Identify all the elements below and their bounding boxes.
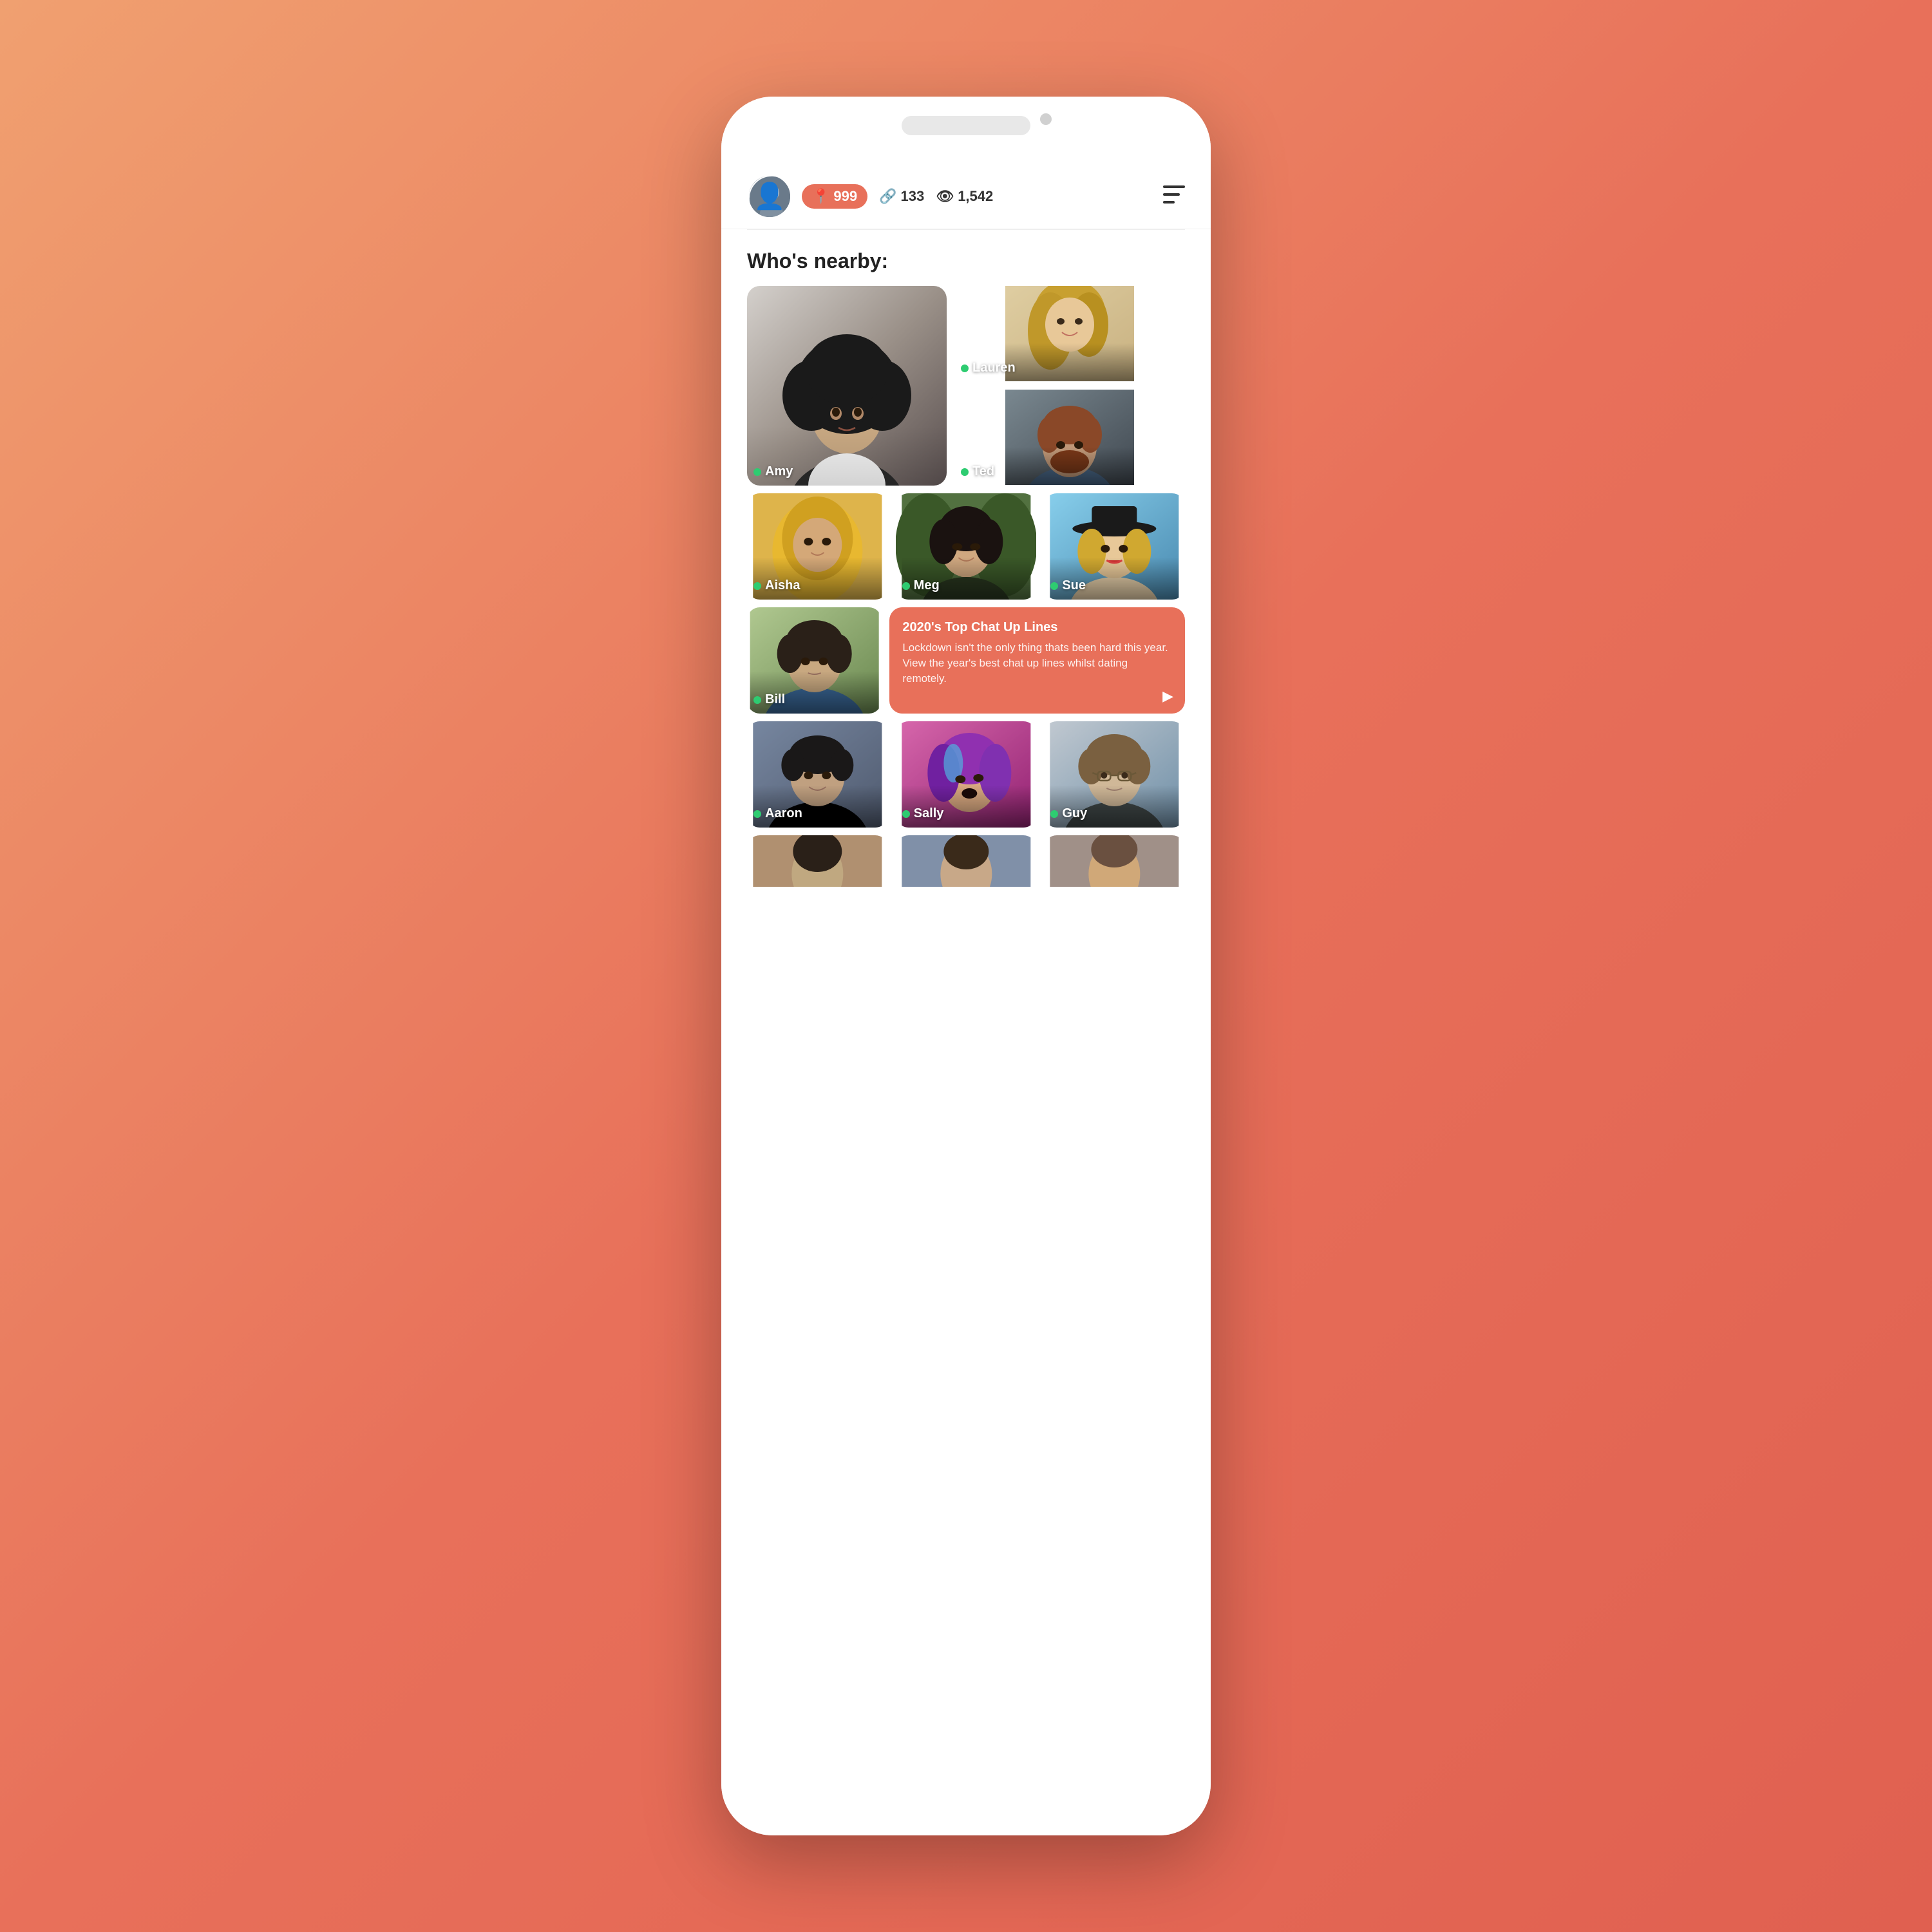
connections-count: 133 [901, 188, 925, 205]
online-dot-sue [1050, 582, 1058, 590]
grid-row-2: Aisha [721, 486, 1211, 600]
person-name-aisha: Aisha [753, 578, 800, 593]
person-card-partial-3[interactable] [1044, 835, 1185, 887]
person-name-guy: Guy [1050, 806, 1087, 821]
grid-row-1: Amy [721, 286, 1211, 486]
ad-title: 2020's Top Chat Up Lines [902, 620, 1172, 635]
right-col-1: Lauren [954, 286, 1185, 486]
grid-row-3: Bill 2020's Top Chat Up Lines Lockdown i… [721, 600, 1211, 714]
location-icon: 📍 [812, 188, 829, 205]
person-name-ted: Ted [961, 464, 994, 479]
header: 📍 999 🔗 133 👁 1,542 [721, 161, 1211, 229]
online-dot-lauren [961, 365, 969, 372]
person-name-amy: Amy [753, 464, 793, 479]
section-title: Who's nearby: [721, 230, 1211, 286]
nearby-grid: Amy [721, 286, 1211, 887]
person-card-lauren[interactable]: Lauren [954, 286, 1185, 382]
filter-button[interactable] [1163, 185, 1185, 208]
camera [1040, 113, 1052, 125]
online-dot-aisha [753, 582, 761, 590]
online-dot-aaron [753, 810, 761, 818]
notch-area [721, 97, 1211, 161]
phone-screen: 📍 999 🔗 133 👁 1,542 [721, 161, 1211, 1835]
person-card-partial-2[interactable] [896, 835, 1037, 887]
views-icon: 👁 [936, 188, 954, 205]
person-card-aisha[interactable]: Aisha [747, 493, 888, 600]
person-name-aaron: Aaron [753, 806, 802, 821]
person-card-meg[interactable]: Meg [896, 493, 1037, 600]
ad-play-button[interactable]: ▶ [1162, 688, 1173, 705]
notch [902, 116, 1030, 135]
stats-bar: 📍 999 🔗 133 👁 1,542 [802, 184, 1153, 209]
person-card-sally[interactable]: Sally [896, 721, 1037, 828]
location-count: 999 [833, 188, 857, 205]
online-dot-guy [1050, 810, 1058, 818]
person-card-amy[interactable]: Amy [747, 286, 947, 486]
views-count: 1,542 [958, 188, 993, 205]
views-badge[interactable]: 👁 1,542 [936, 188, 993, 205]
online-dot-meg [902, 582, 910, 590]
online-dot-sally [902, 810, 910, 818]
person-name-lauren: Lauren [961, 361, 1016, 375]
person-name-sue: Sue [1050, 578, 1086, 593]
person-card-aaron[interactable]: Aaron [747, 721, 888, 828]
person-card-partial-1[interactable] [747, 835, 888, 887]
phone-frame: 📍 999 🔗 133 👁 1,542 [721, 97, 1211, 1835]
location-badge[interactable]: 📍 999 [802, 184, 867, 209]
person-card-ted[interactable]: Ted [954, 390, 1185, 486]
online-dot-bill [753, 696, 761, 704]
connections-badge[interactable]: 🔗 133 [879, 188, 924, 205]
person-card-sue[interactable]: Sue [1044, 493, 1185, 600]
online-dot-ted [961, 468, 969, 476]
person-card-bill[interactable]: Bill [747, 607, 882, 714]
ad-body: Lockdown isn't the only thing thats been… [902, 640, 1172, 686]
person-name-bill: Bill [753, 692, 785, 707]
user-avatar[interactable] [747, 174, 792, 219]
person-card-guy[interactable]: Guy [1044, 721, 1185, 828]
online-dot-amy [753, 468, 761, 476]
connections-icon: 🔗 [879, 188, 896, 205]
ad-card[interactable]: 2020's Top Chat Up Lines Lockdown isn't … [889, 607, 1185, 714]
person-name-sally: Sally [902, 806, 944, 821]
grid-row-4: Aaron [721, 714, 1211, 828]
grid-row-5-partial [721, 828, 1211, 887]
person-name-meg: Meg [902, 578, 940, 593]
